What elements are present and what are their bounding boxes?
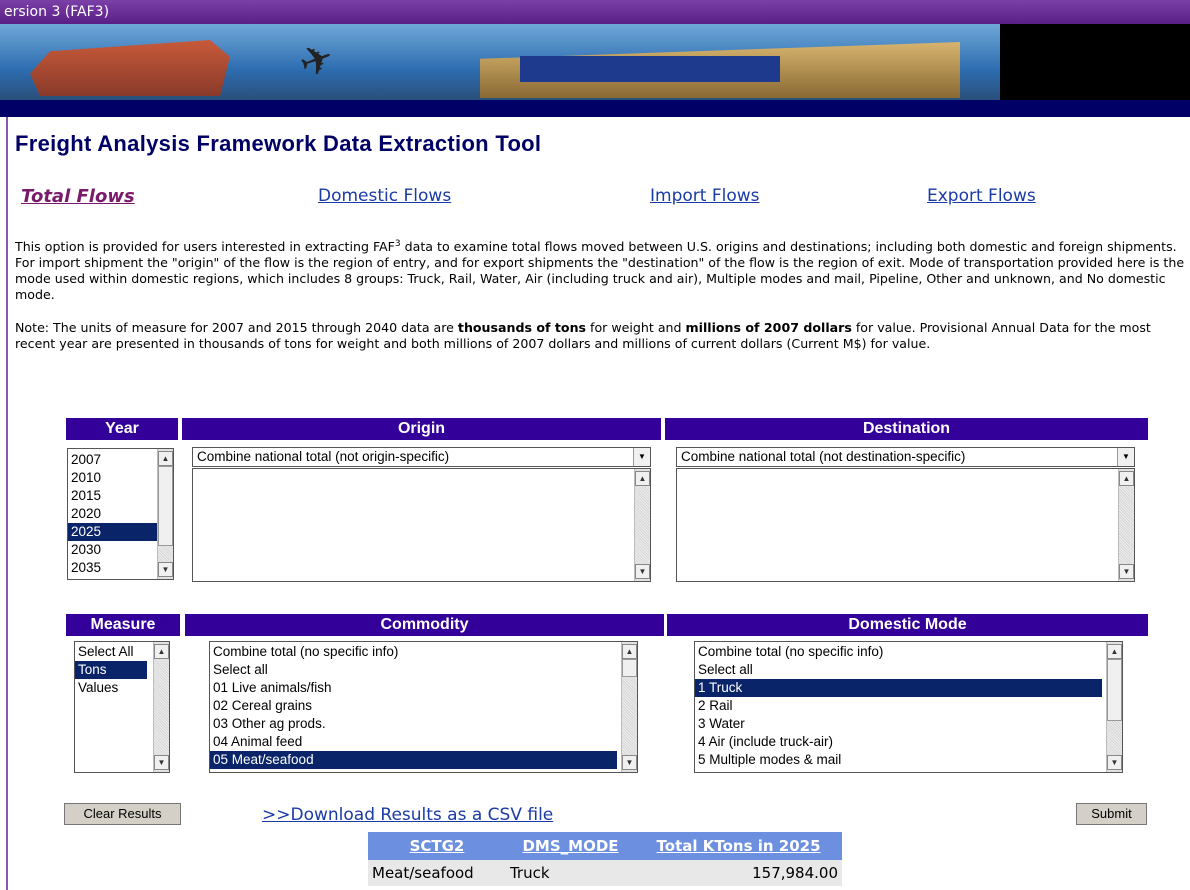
table-cell: 157,984.00: [635, 860, 842, 886]
measure-header: Measure: [66, 614, 180, 636]
scroll-thumb[interactable]: [622, 659, 637, 677]
window-title: ersion 3 (FAF3): [4, 4, 110, 20]
scroll-up-icon[interactable]: ▲: [154, 644, 169, 659]
mode-option[interactable]: 3 Water: [695, 715, 1122, 733]
year-scrollbar[interactable]: ▲ ▼: [157, 449, 173, 579]
commodity-header: Commodity: [185, 614, 664, 636]
description-paragraph: This option is provided for users intere…: [15, 239, 1185, 303]
page-left-border: [6, 0, 8, 890]
note-text-2: for weight and: [586, 320, 686, 335]
scroll-up-icon[interactable]: ▲: [622, 644, 637, 659]
table-cell: Truck: [505, 860, 636, 886]
header-banner-image: ✈: [0, 24, 1190, 100]
scroll-up-icon[interactable]: ▲: [635, 471, 650, 486]
chevron-down-icon[interactable]: ▼: [633, 448, 650, 466]
column-header-dms-mode[interactable]: DMS_MODE: [505, 832, 636, 860]
note-bold-2: millions of 2007 dollars: [685, 320, 852, 335]
note-text-1: Note: The units of measure for 2007 and …: [15, 320, 458, 335]
table-cell: Meat/seafood: [368, 860, 506, 886]
mode-option[interactable]: 4 Air (include truck-air): [695, 733, 1122, 751]
measure-scrollbar[interactable]: ▲ ▼: [153, 642, 169, 772]
destination-select[interactable]: Combine national total (not destination-…: [676, 447, 1135, 467]
destination-scrollbar[interactable]: ▲ ▼: [1118, 469, 1134, 581]
units-note-paragraph: Note: The units of measure for 2007 and …: [15, 320, 1185, 352]
origin-select-value: Combine national total (not origin-speci…: [197, 449, 450, 464]
commodity-option[interactable]: 03 Other ag prods.: [210, 715, 637, 733]
origin-listbox[interactable]: ▲ ▼: [192, 468, 651, 582]
scroll-down-icon[interactable]: ▼: [1119, 564, 1134, 579]
scroll-down-icon[interactable]: ▼: [1107, 755, 1122, 770]
commodity-scrollbar[interactable]: ▲ ▼: [621, 642, 637, 772]
description-text-start: This option is provided for users intere…: [15, 239, 395, 254]
mode-option-selected[interactable]: 1 Truck: [695, 679, 1102, 697]
scroll-up-icon[interactable]: ▲: [1107, 644, 1122, 659]
destination-header: Destination: [665, 418, 1148, 440]
results-table: SCTG2 DMS_MODE Total KTons in 2025 Meat/…: [368, 832, 842, 886]
destination-listbox[interactable]: ▲ ▼: [676, 468, 1135, 582]
locomotive-image: [520, 56, 780, 82]
clear-results-button[interactable]: Clear Results: [64, 803, 181, 825]
origin-header: Origin: [182, 418, 661, 440]
column-header-total-ktons[interactable]: Total KTons in 2025: [635, 832, 842, 860]
mode-option[interactable]: 5 Multiple modes & mail: [695, 751, 1122, 769]
commodity-option[interactable]: Select all: [210, 661, 637, 679]
commodity-option-selected[interactable]: 05 Meat/seafood: [210, 751, 617, 769]
scroll-up-icon[interactable]: ▲: [158, 451, 173, 466]
scroll-down-icon[interactable]: ▼: [158, 562, 173, 577]
mode-scrollbar[interactable]: ▲ ▼: [1106, 642, 1122, 772]
year-listbox[interactable]: 2007 2010 2015 2020 2025 2030 2035 ▲ ▼: [67, 448, 174, 580]
tab-total-flows[interactable]: Total Flows: [21, 186, 135, 207]
tab-domestic-flows[interactable]: Domestic Flows: [318, 186, 451, 206]
commodity-option[interactable]: Combine total (no specific info): [210, 643, 637, 661]
measure-option-selected[interactable]: Tons: [75, 661, 147, 679]
scroll-down-icon[interactable]: ▼: [154, 755, 169, 770]
destination-select-value: Combine national total (not destination-…: [681, 449, 966, 464]
mode-option[interactable]: Combine total (no specific info): [695, 643, 1122, 661]
origin-select[interactable]: Combine national total (not origin-speci…: [192, 447, 651, 467]
year-header: Year: [66, 418, 178, 440]
scroll-down-icon[interactable]: ▼: [622, 755, 637, 770]
tab-import-flows[interactable]: Import Flows: [650, 186, 760, 206]
submit-button[interactable]: Submit: [1076, 803, 1147, 825]
scroll-thumb[interactable]: [1107, 659, 1122, 721]
measure-listbox[interactable]: Select All Tons Values ▲ ▼: [74, 641, 170, 773]
domestic-mode-listbox[interactable]: Combine total (no specific info) Select …: [694, 641, 1123, 773]
scroll-down-icon[interactable]: ▼: [635, 564, 650, 579]
mode-option[interactable]: 2 Rail: [695, 697, 1122, 715]
table-row: Meat/seafood Truck 157,984.00: [368, 860, 842, 886]
mode-option[interactable]: Select all: [695, 661, 1122, 679]
domestic-mode-header: Domestic Mode: [667, 614, 1148, 636]
column-header-sctg2[interactable]: SCTG2: [368, 832, 506, 860]
results-header-row: SCTG2 DMS_MODE Total KTons in 2025: [368, 832, 842, 860]
page-title: Freight Analysis Framework Data Extracti…: [15, 131, 542, 156]
scroll-thumb[interactable]: [158, 466, 173, 546]
commodity-listbox[interactable]: Combine total (no specific info) Select …: [209, 641, 638, 773]
window-title-bar: ersion 3 (FAF3): [0, 0, 1190, 24]
download-csv-link[interactable]: >>Download Results as a CSV file: [262, 805, 553, 825]
chevron-down-icon[interactable]: ▼: [1117, 448, 1134, 466]
scroll-up-icon[interactable]: ▲: [1119, 471, 1134, 486]
header-divider: [0, 100, 1190, 117]
commodity-option[interactable]: 02 Cereal grains: [210, 697, 637, 715]
origin-scrollbar[interactable]: ▲ ▼: [634, 469, 650, 581]
commodity-option[interactable]: 01 Live animals/fish: [210, 679, 637, 697]
tab-export-flows[interactable]: Export Flows: [927, 186, 1036, 206]
note-bold-1: thousands of tons: [457, 320, 587, 335]
commodity-option[interactable]: 04 Animal feed: [210, 733, 637, 751]
